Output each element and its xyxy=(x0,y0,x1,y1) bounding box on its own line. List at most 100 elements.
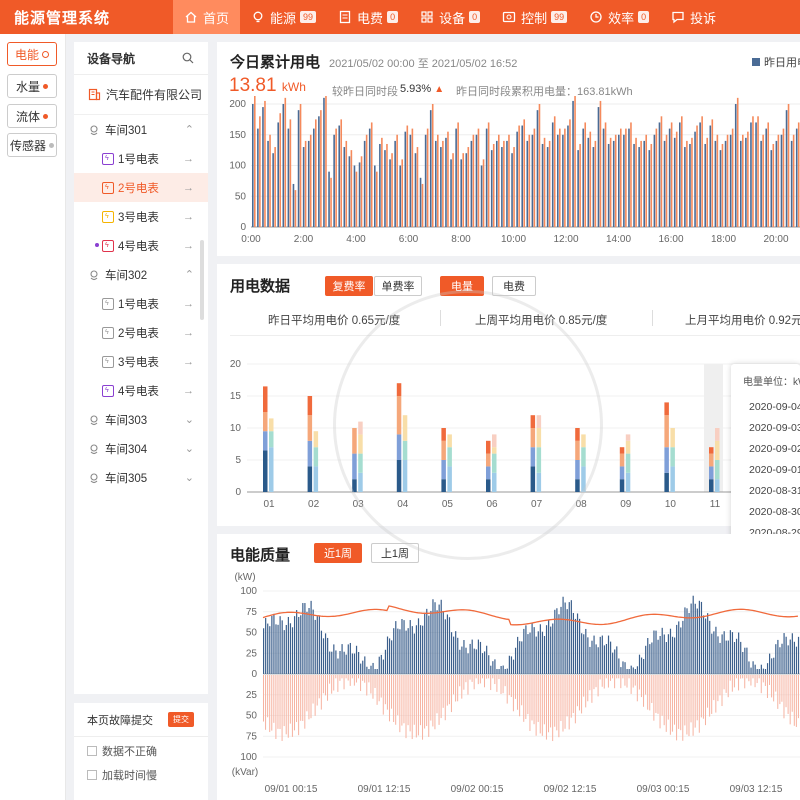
bar-today xyxy=(365,134,368,227)
reactive-power-bar xyxy=(467,675,469,695)
bar-yesterday xyxy=(536,110,539,227)
tab-last-week[interactable]: 近1周 xyxy=(314,543,362,563)
y-tick-label: 5 xyxy=(235,455,241,466)
reactive-power-bar xyxy=(634,675,636,686)
tree-group[interactable]: 车间305 ⌄ xyxy=(74,463,208,492)
tree-group[interactable]: 车间304 ⌄ xyxy=(74,434,208,463)
bar-segment xyxy=(352,428,357,454)
tree-meter[interactable]: ϟ 4号电表 → xyxy=(74,376,208,405)
search-icon[interactable] xyxy=(182,52,194,64)
active-power-bar xyxy=(729,630,731,674)
bar-segment xyxy=(307,466,313,492)
active-power-bar xyxy=(527,634,529,674)
nav-item-3[interactable]: 设备 0 xyxy=(409,0,491,34)
tab-single-rate[interactable]: 单费率 xyxy=(374,276,422,296)
bar-segment xyxy=(441,428,446,441)
reactive-power-bar xyxy=(554,675,556,727)
tree-meter[interactable]: ϟ 4号电表 → xyxy=(74,231,208,260)
active-power-bar xyxy=(581,633,583,674)
tree-meter[interactable]: ϟ 1号电表 → xyxy=(74,144,208,173)
active-power-bar xyxy=(519,641,521,674)
fault-submit-button[interactable]: 提交 xyxy=(168,712,194,727)
bar-yesterday xyxy=(379,143,381,227)
active-power-bar xyxy=(616,646,618,674)
bar-yesterday xyxy=(567,125,569,227)
active-power-bar xyxy=(271,615,273,674)
today-unit: kWh xyxy=(281,80,306,94)
category-3[interactable]: 传感器 xyxy=(7,133,57,157)
active-power-bar xyxy=(529,632,531,674)
reactive-power-bar xyxy=(676,675,678,741)
bar-yesterday xyxy=(465,153,468,227)
tree-meter[interactable]: ϟ 2号电表 → xyxy=(74,173,208,202)
category-column: 电能水量流体传感器 xyxy=(0,34,66,800)
tab-electricity-fee[interactable]: 电费 xyxy=(492,276,536,296)
active-power-bar xyxy=(771,658,773,674)
bar-segment xyxy=(664,402,669,416)
category-2[interactable]: 流体 xyxy=(7,104,57,128)
bar-yesterday xyxy=(480,165,483,227)
tree-meter[interactable]: ϟ 3号电表 → xyxy=(74,347,208,376)
nav-item-5[interactable]: 效率 0 xyxy=(578,0,660,34)
category-0[interactable]: 电能 xyxy=(7,42,57,66)
active-power-bar xyxy=(769,653,771,674)
reactive-power-bar xyxy=(298,675,300,736)
active-power-bar xyxy=(347,644,349,674)
bar-today xyxy=(309,134,312,227)
meter-icon: ϟ xyxy=(102,152,114,165)
reactive-power-bar xyxy=(360,675,362,692)
fault-option-data[interactable]: 数据不正确 xyxy=(74,740,208,761)
active-power-bar xyxy=(281,620,283,674)
tab-electricity[interactable]: 电量 xyxy=(440,276,484,296)
reactive-power-bar xyxy=(481,675,483,679)
nav-item-0[interactable]: 首页 xyxy=(173,0,241,34)
tree-meter[interactable]: ϟ 2号电表 → xyxy=(74,318,208,347)
bar-yesterday xyxy=(704,143,707,227)
checkbox[interactable] xyxy=(87,769,97,780)
bar-yesterday xyxy=(363,140,366,227)
checkbox[interactable] xyxy=(87,745,97,756)
reactive-power-bar xyxy=(436,675,438,714)
tab-previous-week[interactable]: 上1周 xyxy=(371,543,419,563)
active-power-bar xyxy=(773,657,775,674)
nav-item-1[interactable]: 能源 99 xyxy=(240,0,327,34)
tree-meter[interactable]: ϟ 3号电表 → xyxy=(74,202,208,231)
reactive-power-bar xyxy=(300,675,302,721)
bar-segment xyxy=(313,447,319,467)
tree-group[interactable]: 车间303 ⌄ xyxy=(74,405,208,434)
active-power-bar xyxy=(674,637,676,674)
active-power-bar xyxy=(306,611,308,674)
tree-meter[interactable]: ϟ 1号电表 → xyxy=(74,289,208,318)
reactive-power-bar xyxy=(488,675,490,679)
reactive-power-bar xyxy=(535,675,537,736)
nav-item-4[interactable]: 控制 99 xyxy=(491,0,578,34)
device-tree-scrollbar[interactable] xyxy=(200,240,204,320)
category-1[interactable]: 水量 xyxy=(7,74,57,98)
reactive-power-bar xyxy=(756,675,758,684)
company-node[interactable]: 汽车配件有限公司 xyxy=(74,75,208,115)
nav-item-6[interactable]: 投诉 xyxy=(660,0,727,34)
reactive-power-bar xyxy=(692,675,694,736)
active-power-bar xyxy=(531,623,533,674)
active-power-bar xyxy=(376,669,378,674)
bar-yesterday xyxy=(511,153,513,227)
active-power-bar xyxy=(669,628,672,674)
tab-multi-rate[interactable]: 复费率 xyxy=(325,276,373,296)
active-power-bar xyxy=(391,640,393,674)
fault-option-loading[interactable]: 加载时间慢 xyxy=(74,764,208,785)
tree-group[interactable]: 车间301 ⌃ xyxy=(74,115,208,144)
active-power-bar xyxy=(640,657,643,674)
reactive-power-bar xyxy=(353,675,355,686)
reactive-power-bar xyxy=(455,675,457,702)
bar-today xyxy=(381,137,383,227)
tree-group[interactable]: 车间302 ⌃ xyxy=(74,260,208,289)
active-power-bar xyxy=(405,630,407,674)
nav-item-2[interactable]: 电费 0 xyxy=(327,0,409,34)
bar-segment xyxy=(358,472,363,492)
reactive-power-bar xyxy=(684,675,686,726)
active-power-bar xyxy=(781,643,783,674)
category-label: 电能 xyxy=(14,47,39,62)
active-power-bar xyxy=(273,613,275,674)
legend-row: 2020-09-03 xyxy=(743,417,800,438)
bar-today xyxy=(767,122,770,227)
